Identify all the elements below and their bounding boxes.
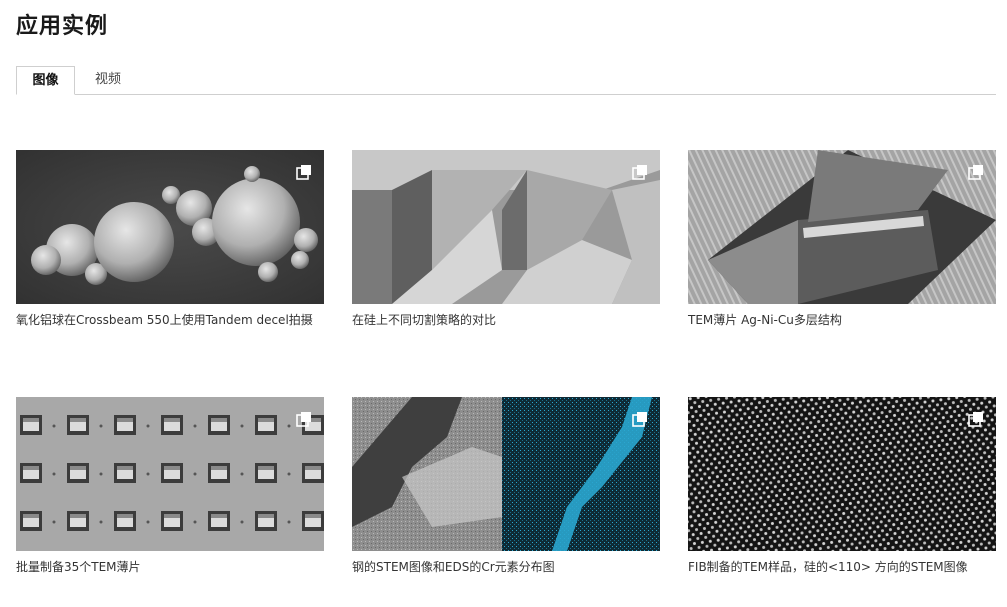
expand-icon[interactable] — [968, 164, 984, 180]
tab-videos[interactable]: 视频 — [80, 66, 136, 94]
expand-icon[interactable] — [296, 164, 312, 180]
image-caption: 氧化铝球在Crossbeam 550上使用Tandem decel拍摄 — [16, 313, 313, 327]
gallery-image-alumina-spheres[interactable] — [16, 150, 324, 304]
stem-eds-map-image — [352, 397, 660, 551]
tab-bar: 图像 视频 — [16, 66, 996, 95]
gallery-card: 在硅上不同切割策略的对比 — [352, 150, 660, 328]
image-caption: 在硅上不同切割策略的对比 — [352, 313, 497, 327]
gallery-card: TEM薄片 Ag-Ni-Cu多层结构 — [688, 150, 996, 328]
sem-batch-lamellae-image — [16, 397, 324, 551]
gallery-card: FIB制备的TEM样品，硅的<110> 方向的STEM图像 — [688, 397, 996, 575]
sem-silicon-trench-image — [352, 150, 660, 304]
expand-icon[interactable] — [296, 411, 312, 427]
image-caption: TEM薄片 Ag-Ni-Cu多层结构 — [688, 313, 842, 327]
expand-icon[interactable] — [632, 164, 648, 180]
sem-spheres-image — [16, 150, 324, 304]
sem-lamella-image — [688, 150, 996, 304]
gallery-image-steel-stem-eds[interactable] — [352, 397, 660, 551]
expand-icon[interactable] — [968, 411, 984, 427]
gallery-card: 批量制备35个TEM薄片 — [16, 397, 324, 575]
gallery-card: 钢的STEM图像和EDS的Cr元素分布图 — [352, 397, 660, 575]
page-title: 应用实例 — [16, 14, 109, 39]
gallery-image-si-110-stem[interactable] — [688, 397, 996, 551]
tab-images[interactable]: 图像 — [16, 66, 75, 95]
stem-atomic-lattice-image — [688, 397, 996, 551]
expand-icon[interactable] — [632, 411, 648, 427]
image-caption: 钢的STEM图像和EDS的Cr元素分布图 — [352, 560, 555, 574]
gallery-card: 氧化铝球在Crossbeam 550上使用Tandem decel拍摄 — [16, 150, 324, 328]
gallery-image-silicon-cuts[interactable] — [352, 150, 660, 304]
gallery-image-tem-lamella[interactable] — [688, 150, 996, 304]
image-caption: FIB制备的TEM样品，硅的<110> 方向的STEM图像 — [688, 560, 968, 574]
image-caption: 批量制备35个TEM薄片 — [16, 560, 141, 574]
gallery-image-batch-lamellae[interactable] — [16, 397, 324, 551]
